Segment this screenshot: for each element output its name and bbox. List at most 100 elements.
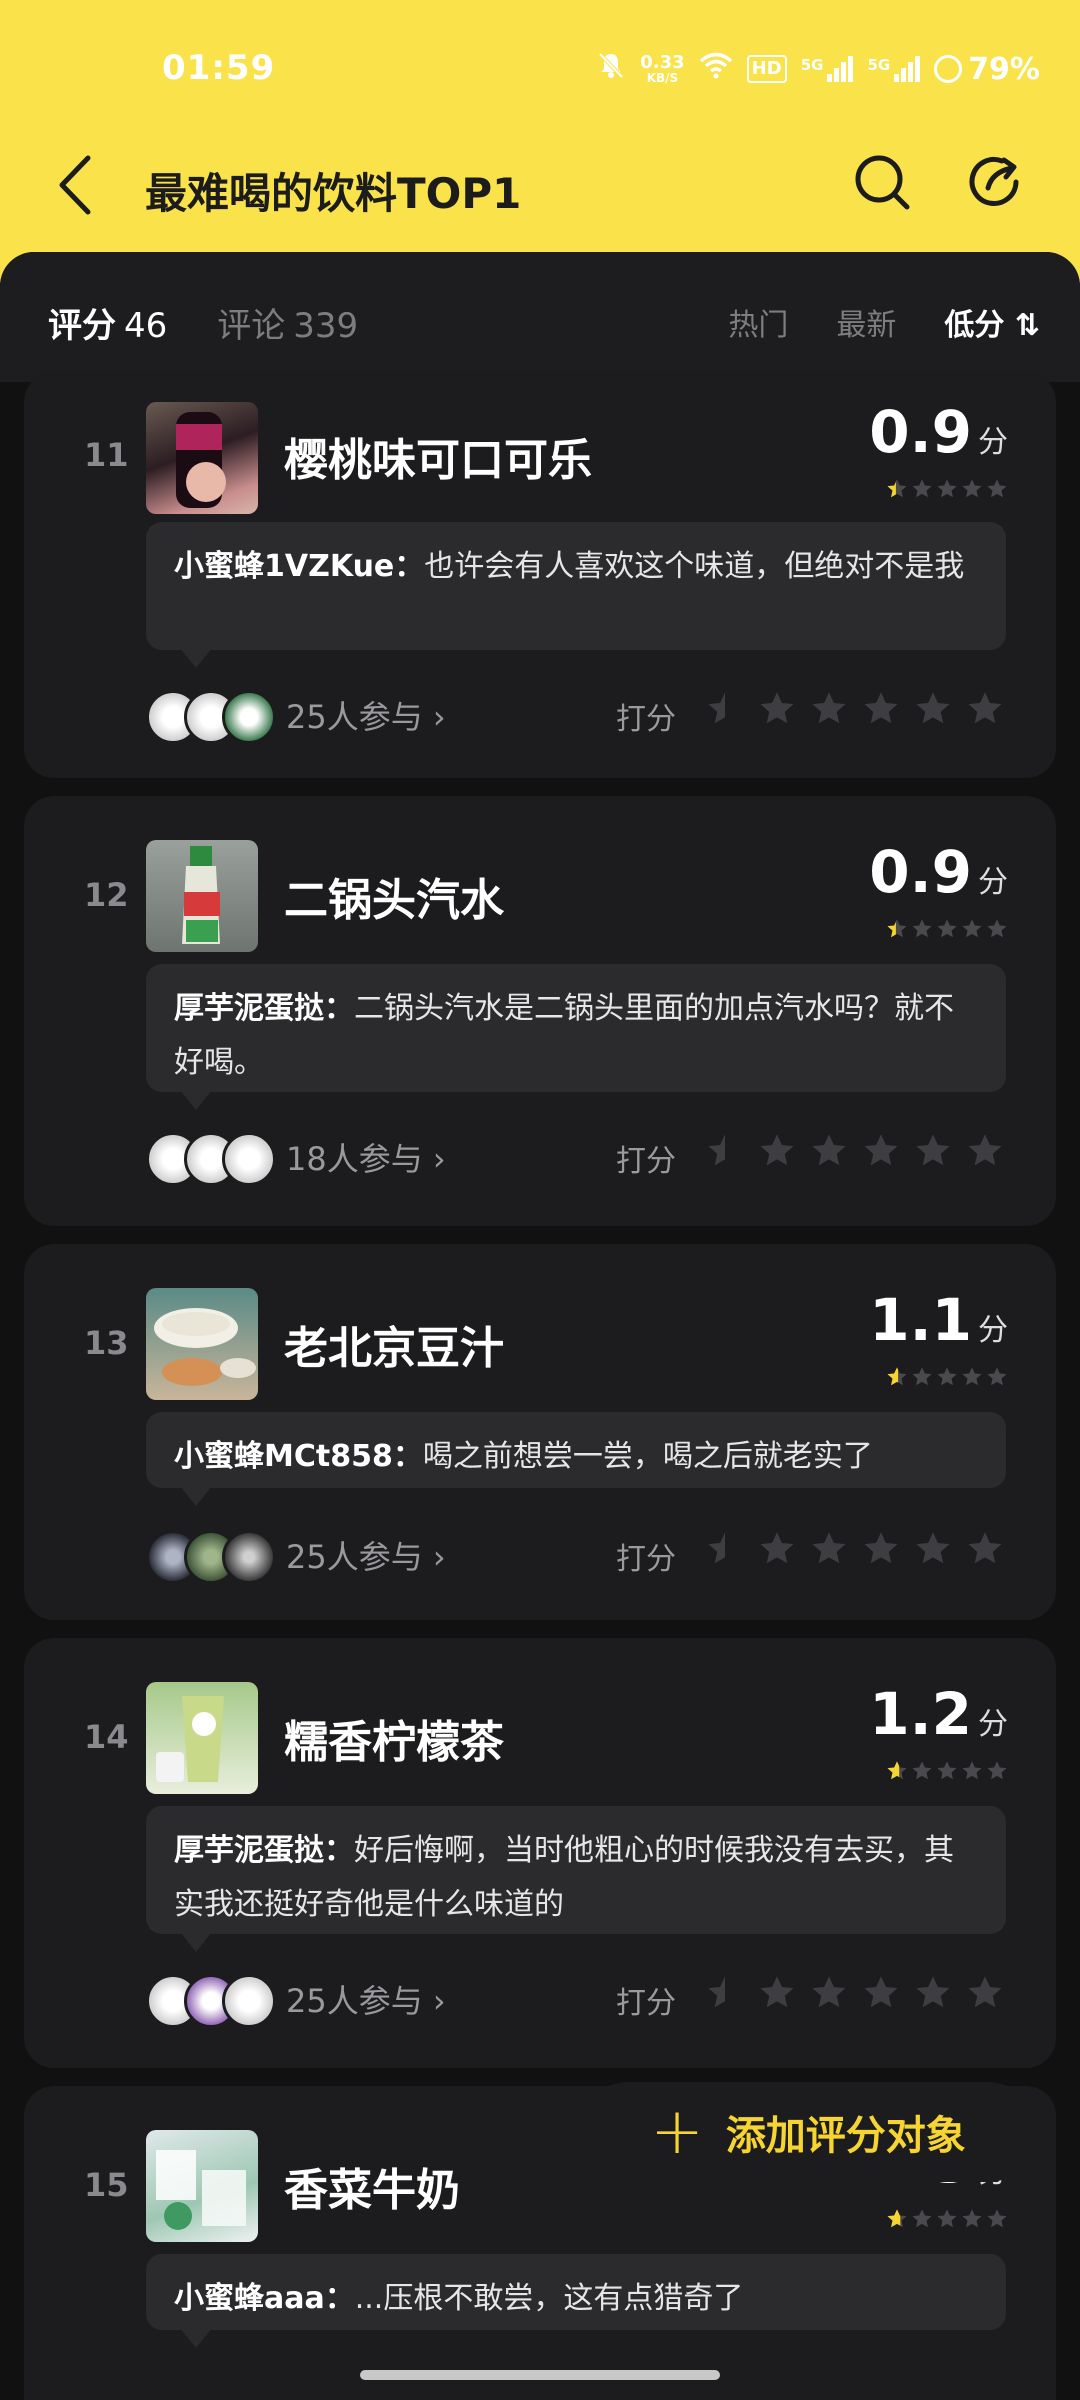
- participants-link[interactable]: 25人参与 ›: [286, 692, 446, 738]
- item-name: 二锅头汽水: [284, 875, 504, 926]
- score-stars: [886, 918, 1008, 940]
- rank-number: 12: [84, 876, 129, 914]
- participants-link[interactable]: 18人参与 ›: [286, 1134, 446, 1180]
- tab-comments[interactable]: 评论 339: [217, 298, 358, 347]
- battery-indicator: 79%: [934, 52, 1040, 87]
- rate-star-icon[interactable]: [914, 690, 952, 728]
- wifi-icon: [699, 51, 733, 87]
- rate-star-icon[interactable]: [966, 690, 1004, 728]
- share-button[interactable]: [966, 152, 1026, 212]
- signal-icon-1: 5G: [801, 56, 854, 82]
- half-star-icon[interactable]: [706, 1132, 744, 1170]
- score-star-icon: [887, 919, 907, 938]
- score-star-icon: [937, 1367, 957, 1386]
- rate-star-icon[interactable]: [966, 1530, 1004, 1568]
- score-star-icon: [937, 919, 957, 938]
- ranking-card[interactable]: 14 糯香柠檬茶 1.2 分 厚芋泥蛋挞：好后悔啊，当时他粗心的时候我没有去买，其…: [24, 1638, 1056, 2068]
- back-button[interactable]: [50, 150, 110, 220]
- score-star-icon: [987, 479, 1007, 498]
- search-button[interactable]: [852, 152, 912, 212]
- top-comment: 小蜜蜂MCt858：喝之前想尝一尝，喝之后就老实了: [146, 1412, 1006, 1506]
- back-arrow-icon: [59, 155, 91, 215]
- half-star-icon[interactable]: [706, 1974, 744, 2012]
- item-name: 樱桃味可口可乐: [284, 435, 592, 486]
- rate-star-icon[interactable]: [862, 1132, 900, 1170]
- status-bar: 01:59 0.33 KB/S HD 5G 5G 79%: [0, 0, 1080, 140]
- item-name: 老北京豆汁: [284, 1323, 504, 1374]
- score-star-icon: [962, 1367, 982, 1386]
- hd-badge: HD: [746, 55, 787, 83]
- ranking-card[interactable]: 13 老北京豆汁 1.1 分 小蜜蜂MCt858：喝之前想尝一尝，喝之后就老实了 …: [24, 1244, 1056, 1620]
- rank-number: 11: [84, 436, 129, 474]
- rate-stars[interactable]: [706, 1974, 1004, 2012]
- rate-star-icon[interactable]: [914, 1974, 952, 2012]
- rate-star-icon[interactable]: [758, 1530, 796, 1568]
- rate-star-icon[interactable]: [966, 1132, 1004, 1170]
- participants-link[interactable]: 25人参与 ›: [286, 1976, 446, 2022]
- score-star-icon: [912, 1761, 932, 1780]
- half-star-icon[interactable]: [706, 690, 744, 728]
- rate-star-icon[interactable]: [914, 1530, 952, 1568]
- top-comment: 小蜜蜂1VZKue：也许会有人喜欢这个味道，但绝对不是我: [146, 522, 1006, 668]
- app-header: 最难喝的饮料TOP1: [0, 140, 1080, 240]
- item-thumbnail: [146, 840, 258, 952]
- score-star-icon: [912, 919, 932, 938]
- rate-stars[interactable]: [706, 690, 1004, 728]
- add-rating-target-button[interactable]: + 添加评分对象: [578, 2082, 1038, 2182]
- participant-avatars: [146, 1530, 276, 1584]
- rate-star-icon[interactable]: [810, 690, 848, 728]
- rate-star-icon[interactable]: [758, 1974, 796, 2012]
- score-stars: [886, 1366, 1008, 1388]
- item-score: 0.9 分: [869, 398, 1008, 466]
- item-score: 1.2 分: [869, 1680, 1008, 1748]
- item-thumbnail: [146, 402, 258, 514]
- rate-label: 打分: [616, 1542, 676, 1577]
- share-icon: [969, 157, 1019, 206]
- ranking-card[interactable]: 11 樱桃味可口可乐 0.9 分 小蜜蜂1VZKue：也许会有人喜欢这个味道，但绝…: [24, 372, 1056, 778]
- score-star-icon: [887, 1367, 907, 1386]
- score-star-icon: [887, 2209, 907, 2228]
- tab-rating[interactable]: 评分 46: [48, 298, 167, 347]
- rate-label: 打分: [616, 1144, 676, 1179]
- content-panel: 评分 46 评论 339 热门 最新 低分 ⇅ 11 樱桃味可口可乐 0.9 分 小蜜…: [0, 252, 1080, 2400]
- participant-avatars: [146, 1974, 276, 2028]
- rate-star-icon[interactable]: [810, 1132, 848, 1170]
- rate-star-icon[interactable]: [914, 1132, 952, 1170]
- score-star-icon: [887, 1761, 907, 1780]
- sort-options: 热门 最新 低分 ⇅: [728, 300, 1040, 344]
- ranking-card[interactable]: 12 二锅头汽水 0.9 分 厚芋泥蛋挞：二锅头汽水是二锅头里面的加点汽水吗？就不…: [24, 796, 1056, 1226]
- rate-star-icon[interactable]: [862, 1974, 900, 2012]
- rate-star-icon[interactable]: [966, 1974, 1004, 2012]
- home-indicator[interactable]: [360, 2370, 720, 2380]
- signal-icon-2: 5G: [867, 56, 921, 82]
- tab-bar: 评分 46 评论 339 热门 最新 低分 ⇅: [0, 252, 1080, 382]
- score-star-icon: [962, 919, 982, 938]
- score-star-icon: [912, 479, 932, 498]
- rate-star-icon[interactable]: [758, 1132, 796, 1170]
- rate-star-icon[interactable]: [862, 1530, 900, 1568]
- avatar: [222, 1974, 276, 2028]
- sort-low-score[interactable]: 低分 ⇅: [944, 300, 1040, 344]
- rate-stars[interactable]: [706, 1132, 1004, 1170]
- rank-number: 15: [84, 2166, 129, 2204]
- rate-star-icon[interactable]: [758, 690, 796, 728]
- rate-star-icon[interactable]: [862, 690, 900, 728]
- sort-newest[interactable]: 最新: [836, 300, 896, 344]
- score-stars: [886, 2208, 1008, 2230]
- score-star-icon: [887, 479, 907, 498]
- participants-link[interactable]: 25人参与 ›: [286, 1532, 446, 1578]
- score-star-icon: [987, 2209, 1007, 2228]
- sort-hot[interactable]: 热门: [728, 300, 788, 344]
- item-thumbnail: [146, 1288, 258, 1400]
- rate-star-icon[interactable]: [810, 1530, 848, 1568]
- rate-stars[interactable]: [706, 1530, 1004, 1568]
- card-footer: 25人参与 › 打分: [146, 1524, 1016, 1584]
- half-star-icon[interactable]: [706, 1530, 744, 1568]
- rate-star-icon[interactable]: [810, 1974, 848, 2012]
- score-star-icon: [912, 1367, 932, 1386]
- avatar: [222, 1132, 276, 1186]
- search-icon: [855, 155, 910, 210]
- rate-label: 打分: [616, 1986, 676, 2021]
- top-comment: 厚芋泥蛋挞：好后悔啊，当时他粗心的时候我没有去买，其实我还挺好奇他是什么味道的: [146, 1806, 1006, 1952]
- score-stars: [886, 478, 1008, 500]
